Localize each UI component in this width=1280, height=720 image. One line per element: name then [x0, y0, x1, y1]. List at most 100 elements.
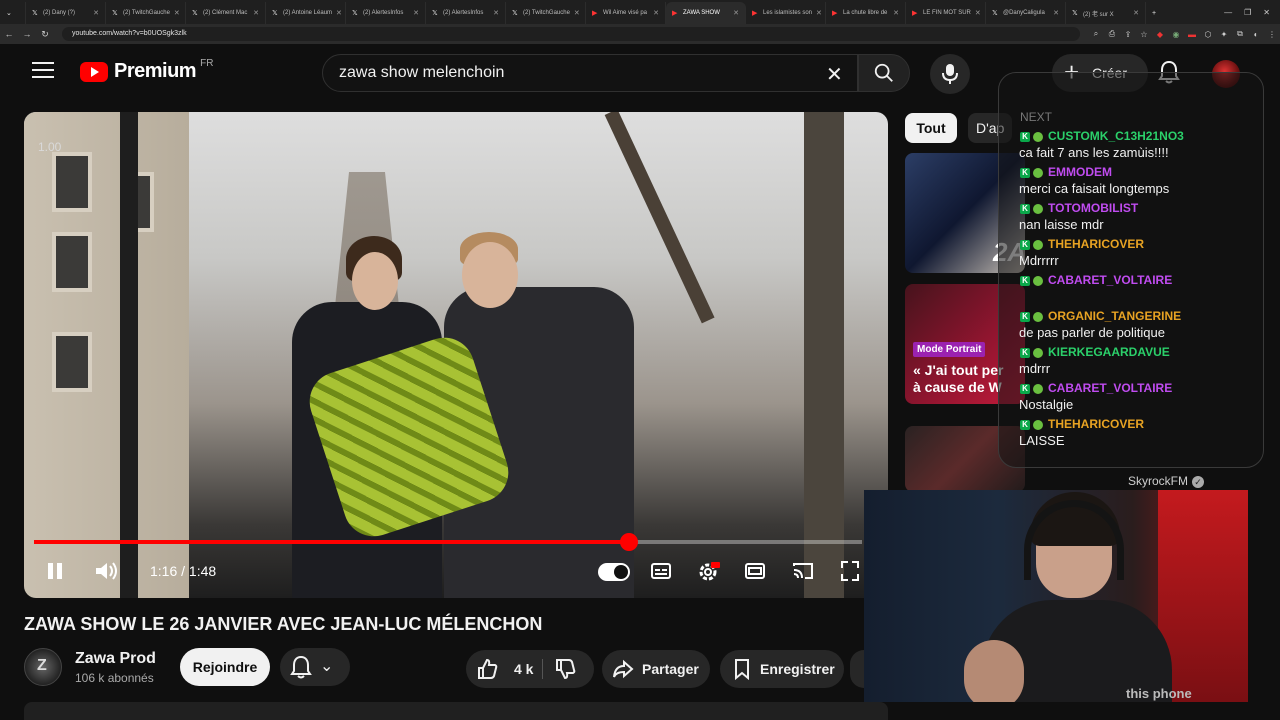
bookmark-icon: [735, 659, 749, 680]
close-tab-icon[interactable]: ✕: [733, 9, 739, 17]
channel-name[interactable]: Zawa Prod: [75, 650, 156, 668]
chat-username[interactable]: K THEHARICOVER: [1020, 237, 1144, 251]
share-button[interactable]: Partager: [602, 650, 710, 688]
video-player[interactable]: [24, 112, 888, 598]
close-tab-icon[interactable]: ✕: [1133, 9, 1139, 17]
join-button[interactable]: Rejoindre: [180, 648, 270, 686]
chat-username[interactable]: K KIERKEGAARDAVUE: [1020, 345, 1170, 359]
chat-username-text: THEHARICOVER: [1048, 417, 1145, 431]
close-tab-icon[interactable]: ✕: [174, 9, 180, 17]
volume-button[interactable]: [94, 560, 120, 584]
chat-username[interactable]: K THEHARICOVER: [1020, 417, 1144, 431]
extension-icon[interactable]: ▬: [1184, 30, 1200, 39]
share-icon[interactable]: ⇪: [1120, 30, 1136, 39]
clear-search-icon[interactable]: ✕: [826, 62, 843, 87]
dislike-button[interactable]: [554, 650, 586, 688]
extension-icon[interactable]: ✦: [1216, 30, 1232, 39]
close-tab-icon[interactable]: ✕: [975, 9, 981, 17]
browser-tab[interactable]: 𝕏 (2) Dany (?) ✕: [26, 2, 106, 24]
tab-list-button[interactable]: ⌄: [0, 2, 26, 24]
subscriber-badge-icon: [1033, 311, 1043, 322]
x-logo-icon: 𝕏: [192, 9, 198, 17]
autoplay-toggle[interactable]: [598, 563, 630, 581]
browser-tab[interactable]: 𝕏 (2) AlertesInfos ✕: [426, 2, 506, 24]
youtube-premium-logo[interactable]: Premium FR: [80, 58, 215, 83]
chat-username-text: CUSTOMK_C13H21NO3: [1048, 129, 1184, 143]
browser-tab[interactable]: 𝕏 (2) Clément Mac ✕: [186, 2, 266, 24]
menu-icon[interactable]: [32, 62, 54, 80]
close-tab-icon[interactable]: ✕: [93, 9, 99, 17]
puzzle-icon[interactable]: ⧉: [1232, 29, 1248, 39]
restore-icon[interactable]: ❐: [1244, 8, 1251, 17]
close-tab-icon[interactable]: ✕: [816, 9, 822, 17]
close-tab-icon[interactable]: ✕: [893, 9, 899, 17]
browser-tab[interactable]: 𝕏 (2) 老 sur X ✕: [1066, 2, 1146, 24]
subscribed-notifications-button[interactable]: ⌄: [280, 648, 350, 686]
save-button[interactable]: Enregistrer: [720, 650, 844, 688]
tab-title: (2) TwitchGauche: [123, 10, 170, 16]
zoom-icon[interactable]: ⌕: [1088, 29, 1104, 39]
fullscreen-button[interactable]: [840, 560, 860, 584]
settings-button[interactable]: [696, 560, 720, 584]
browser-tab[interactable]: ▶ LE FIN MOT SUR ✕: [906, 2, 986, 24]
extension-icon[interactable]: ⬡: [1200, 30, 1216, 39]
close-tab-icon[interactable]: ✕: [493, 9, 499, 17]
fullscreen-icon: [841, 561, 859, 581]
pause-button[interactable]: [44, 560, 66, 584]
chip-all[interactable]: Tout: [905, 113, 957, 143]
chat-username[interactable]: K EMMODEM: [1020, 165, 1112, 179]
chat-username[interactable]: K CABARET_VOLTAIRE: [1020, 381, 1172, 395]
chat-username[interactable]: K CABARET_VOLTAIRE: [1020, 273, 1172, 287]
gear-icon: [699, 562, 720, 581]
close-tab-icon[interactable]: ✕: [336, 9, 342, 17]
extension-icon[interactable]: ◉: [1168, 30, 1184, 39]
close-tab-icon[interactable]: ✕: [253, 9, 259, 17]
minimize-icon[interactable]: —: [1224, 8, 1232, 17]
back-icon[interactable]: ←: [0, 29, 18, 39]
cast-button[interactable]: [792, 560, 814, 584]
close-tab-icon[interactable]: ✕: [653, 9, 659, 17]
url-field[interactable]: youtube.com/watch?v=b0UOSgk3zlk: [62, 27, 1080, 41]
subtitles-button[interactable]: [650, 560, 672, 584]
close-tab-icon[interactable]: ✕: [574, 9, 580, 17]
tab-title: (2) AlertesInfos: [363, 10, 404, 16]
tab-title: @DanyCaligula: [1003, 10, 1045, 16]
more-actions-button[interactable]: [850, 650, 864, 688]
like-button[interactable]: 4 k: [476, 650, 546, 688]
like-count: 4 k: [514, 661, 534, 677]
search-button[interactable]: [858, 54, 910, 92]
browser-tab[interactable]: ▶ La chute libre de ✕: [826, 2, 906, 24]
chat-username[interactable]: K CUSTOMK_C13H21NO3: [1020, 129, 1184, 143]
new-tab-button[interactable]: +: [1146, 2, 1170, 24]
chat-username-text: THEHARICOVER: [1048, 237, 1145, 251]
voice-search-button[interactable]: [930, 54, 970, 94]
close-window-icon[interactable]: ✕: [1263, 8, 1270, 17]
chat-message-text: Mdrrrrr: [1019, 253, 1059, 268]
subscriber-badge-icon: [1033, 383, 1043, 394]
progress-scrubber[interactable]: [619, 533, 638, 551]
browser-tab[interactable]: 𝕏 (2) AlertesInfos ✕: [346, 2, 426, 24]
forward-icon[interactable]: →: [18, 29, 36, 39]
close-tab-icon[interactable]: ✕: [413, 9, 419, 17]
chat-username[interactable]: K ORGANIC_TANGERINE: [1020, 309, 1181, 323]
browser-menu-icon[interactable]: ⋮: [1264, 30, 1280, 39]
browser-tab[interactable]: ▶ Wil Aime visé pa ✕: [586, 2, 666, 24]
video-frame-window: [52, 332, 92, 392]
close-tab-icon[interactable]: ✕: [1053, 9, 1059, 17]
x-logo-icon: 𝕏: [112, 9, 118, 17]
browser-tab[interactable]: 𝕏 (2) TwitchGauche ✕: [506, 2, 586, 24]
chat-username[interactable]: K TOTOMOBILIST: [1020, 201, 1138, 215]
search-input[interactable]: zawa show melenchoin: [322, 54, 858, 92]
browser-tab[interactable]: ▶ Les islamistes son ✕: [746, 2, 826, 24]
extension-icon[interactable]: ◆: [1152, 30, 1168, 39]
reload-icon[interactable]: ↻: [36, 29, 54, 40]
install-icon[interactable]: ⎙: [1104, 29, 1120, 39]
channel-avatar[interactable]: [24, 648, 62, 686]
miniplayer-button[interactable]: [744, 560, 766, 584]
bookmark-star-icon[interactable]: ☆: [1136, 30, 1152, 39]
profile-icon[interactable]: ◐: [1248, 30, 1264, 39]
browser-tab[interactable]: 𝕏 (2) TwitchGauche ✕: [106, 2, 186, 24]
browser-tab[interactable]: 𝕏 (2) Antoine Léaum ✕: [266, 2, 346, 24]
browser-tab[interactable]: 𝕏 @DanyCaligula ✕: [986, 2, 1066, 24]
browser-tab-active[interactable]: ▶ ZAWA SHOW ✕: [666, 2, 746, 24]
